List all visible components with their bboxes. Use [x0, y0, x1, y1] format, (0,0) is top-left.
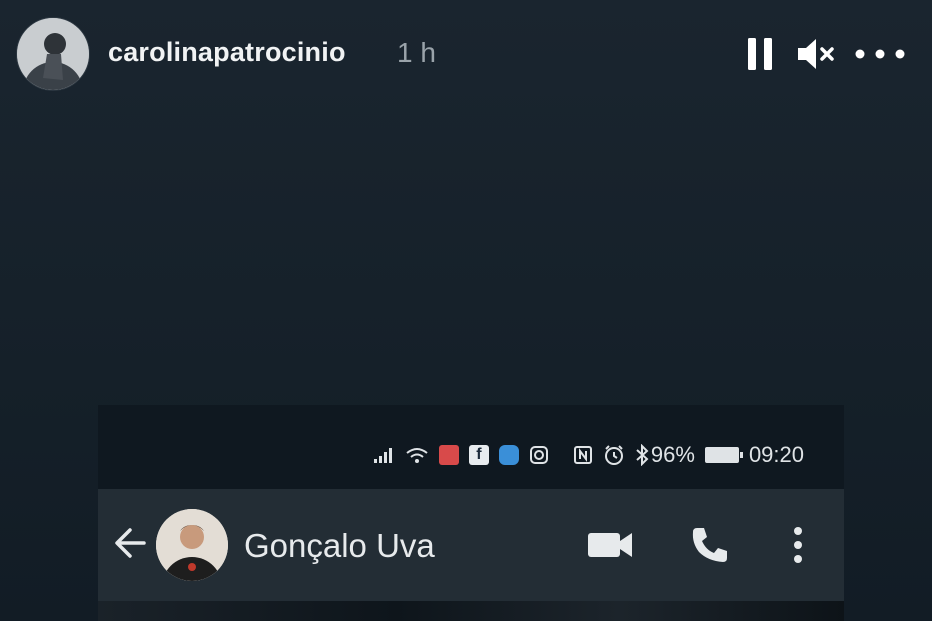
pause-icon [748, 38, 772, 70]
chat-menu-button[interactable] [784, 523, 812, 567]
more-vertical-icon [794, 527, 802, 563]
mute-button[interactable] [792, 30, 840, 78]
status-icons: f 96% 09:20 [373, 441, 804, 469]
back-button[interactable] [110, 523, 150, 563]
arrow-back-icon [115, 528, 146, 558]
video-call-button[interactable] [586, 527, 636, 563]
instagram-icon [529, 445, 549, 465]
contact-avatar[interactable] [156, 509, 228, 581]
more-horizontal-icon [855, 49, 905, 59]
alarm-icon [603, 444, 625, 466]
phone-call-icon [692, 528, 727, 562]
story-header: carolinapatrocinio 1 h [0, 0, 932, 100]
phone-status-bar: f 96% 09:20 [98, 405, 844, 489]
signal-icon [373, 446, 395, 464]
contact-photo [156, 509, 228, 581]
video-call-icon [588, 533, 632, 557]
chat-wallpaper [98, 601, 844, 621]
battery-percent: 96% [650, 442, 695, 467]
chat-header: Gonçalo Uva [98, 489, 844, 601]
more-options-button[interactable] [852, 30, 908, 78]
avatar-image [17, 18, 89, 90]
username[interactable]: carolinapatrocinio [108, 37, 346, 68]
speaker-muted-icon [798, 39, 834, 69]
messenger-icon [498, 445, 519, 465]
voice-call-button[interactable] [688, 523, 732, 567]
contact-name[interactable]: Gonçalo Uva [244, 527, 435, 565]
nfc-icon [573, 445, 593, 465]
bluetooth-icon [635, 444, 649, 466]
status-time: 09:20 [748, 442, 804, 467]
pause-button[interactable] [740, 30, 780, 78]
facebook-icon: f [468, 445, 489, 465]
user-avatar[interactable] [16, 17, 90, 91]
mail-app-icon [438, 445, 459, 465]
phone-screenshot: f 96% 09:20 Gonçalo Uva [98, 405, 844, 621]
wifi-icon [405, 446, 429, 464]
post-time: 1 h [397, 37, 436, 68]
battery-icon [704, 447, 743, 463]
